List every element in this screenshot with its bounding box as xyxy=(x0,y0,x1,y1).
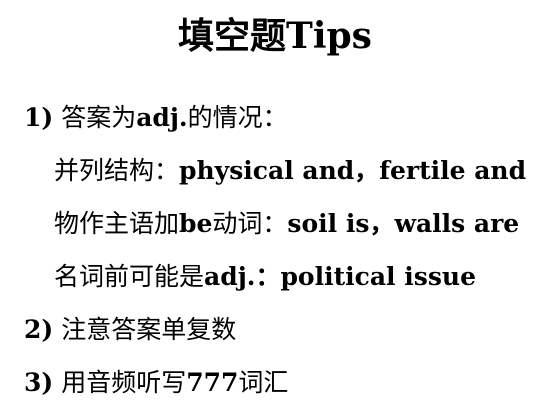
item-text: 用音频听写 xyxy=(61,368,187,397)
item-bold-text: 777 xyxy=(186,368,239,397)
sub-item-bold-be: be xyxy=(179,209,213,238)
sub-item-parallel-structure: 并列结构：physical and，fertile and xyxy=(54,155,526,187)
sub-item-example: adj.：political issue xyxy=(204,262,476,291)
tip-item-3: 3) 用音频听写777词汇 xyxy=(24,367,288,399)
sub-item-subject-be-verb: 物作主语加be动词：soil is，walls are xyxy=(54,208,519,240)
item-number: 1) xyxy=(24,103,54,132)
sub-item-example: soil is，walls are xyxy=(287,209,520,238)
sub-item-label: 并列结构： xyxy=(54,156,180,185)
item-text-suffix: 词汇 xyxy=(238,368,289,397)
sub-item-label: 名词前可能是 xyxy=(54,262,205,291)
item-bold-text: adj. xyxy=(136,103,188,132)
slide: 填空题Tips 1) 答案为adj.的情况： 并列结构：physical and… xyxy=(0,0,550,418)
sub-item-label: 物作主语加 xyxy=(54,209,180,238)
sub-item-label-mid: 动词： xyxy=(212,209,288,238)
item-text: 答案为 xyxy=(61,103,137,132)
sub-item-example: physical and，fertile and xyxy=(179,156,527,185)
slide-title: 填空题Tips xyxy=(178,15,372,57)
item-text-suffix: 的情况： xyxy=(187,103,288,132)
item-text: 注意答案单复数 xyxy=(61,315,237,344)
item-number: 2) xyxy=(24,315,54,344)
tip-item-2: 2) 注意答案单复数 xyxy=(24,314,236,346)
tip-item-1: 1) 答案为adj.的情况： xyxy=(24,102,288,134)
sub-item-before-noun: 名词前可能是adj.：political issue xyxy=(54,261,476,293)
item-number: 3) xyxy=(24,368,54,397)
